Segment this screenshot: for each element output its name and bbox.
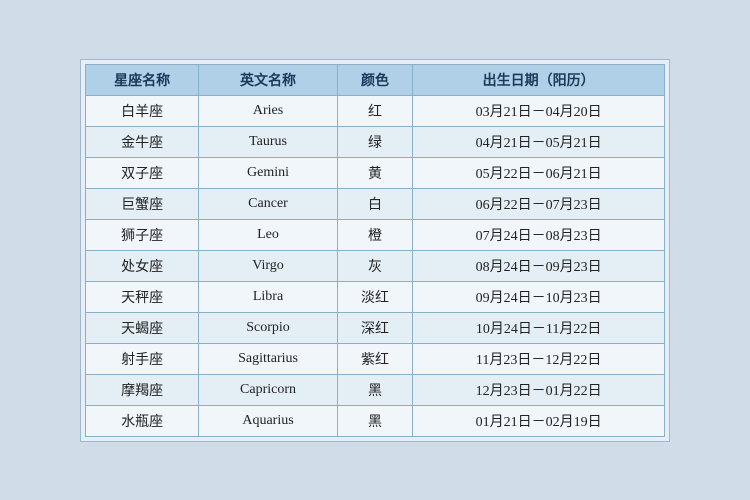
cell-date: 04月21日－05月21日 (413, 126, 665, 157)
cell-zh: 白羊座 (86, 95, 199, 126)
cell-date: 01月21日－02月19日 (413, 405, 665, 436)
cell-zh: 金牛座 (86, 126, 199, 157)
cell-en: Capricorn (199, 374, 337, 405)
cell-color: 白 (337, 188, 413, 219)
header-color: 颜色 (337, 64, 413, 95)
table-row: 处女座Virgo灰08月24日－09月23日 (86, 250, 665, 281)
cell-en: Leo (199, 219, 337, 250)
cell-date: 07月24日－08月23日 (413, 219, 665, 250)
cell-date: 06月22日－07月23日 (413, 188, 665, 219)
cell-en: Virgo (199, 250, 337, 281)
cell-zh: 处女座 (86, 250, 199, 281)
cell-date: 09月24日－10月23日 (413, 281, 665, 312)
header-date: 出生日期（阳历） (413, 64, 665, 95)
table-row: 双子座Gemini黄05月22日－06月21日 (86, 157, 665, 188)
table-row: 射手座Sagittarius紫红11月23日－12月22日 (86, 343, 665, 374)
cell-color: 绿 (337, 126, 413, 157)
table-row: 水瓶座Aquarius黑01月21日－02月19日 (86, 405, 665, 436)
cell-zh: 双子座 (86, 157, 199, 188)
cell-color: 灰 (337, 250, 413, 281)
cell-zh: 天秤座 (86, 281, 199, 312)
cell-color: 橙 (337, 219, 413, 250)
header-zh: 星座名称 (86, 64, 199, 95)
cell-date: 05月22日－06月21日 (413, 157, 665, 188)
cell-color: 黑 (337, 405, 413, 436)
cell-zh: 巨蟹座 (86, 188, 199, 219)
cell-en: Cancer (199, 188, 337, 219)
cell-zh: 射手座 (86, 343, 199, 374)
table-row: 天秤座Libra淡红09月24日－10月23日 (86, 281, 665, 312)
cell-date: 11月23日－12月22日 (413, 343, 665, 374)
cell-en: Scorpio (199, 312, 337, 343)
table-row: 天蝎座Scorpio深红10月24日－11月22日 (86, 312, 665, 343)
cell-en: Taurus (199, 126, 337, 157)
cell-color: 深红 (337, 312, 413, 343)
cell-color: 黑 (337, 374, 413, 405)
cell-en: Gemini (199, 157, 337, 188)
header-en: 英文名称 (199, 64, 337, 95)
cell-zh: 摩羯座 (86, 374, 199, 405)
cell-date: 10月24日－11月22日 (413, 312, 665, 343)
cell-zh: 狮子座 (86, 219, 199, 250)
cell-date: 12月23日－01月22日 (413, 374, 665, 405)
table-header-row: 星座名称 英文名称 颜色 出生日期（阳历） (86, 64, 665, 95)
table-row: 金牛座Taurus绿04月21日－05月21日 (86, 126, 665, 157)
zodiac-table-wrapper: 星座名称 英文名称 颜色 出生日期（阳历） 白羊座Aries红03月21日－04… (80, 59, 670, 442)
table-row: 巨蟹座Cancer白06月22日－07月23日 (86, 188, 665, 219)
cell-en: Aquarius (199, 405, 337, 436)
cell-color: 红 (337, 95, 413, 126)
cell-color: 紫红 (337, 343, 413, 374)
cell-en: Aries (199, 95, 337, 126)
cell-zh: 天蝎座 (86, 312, 199, 343)
cell-zh: 水瓶座 (86, 405, 199, 436)
cell-color: 黄 (337, 157, 413, 188)
table-row: 摩羯座Capricorn黑12月23日－01月22日 (86, 374, 665, 405)
cell-date: 08月24日－09月23日 (413, 250, 665, 281)
cell-color: 淡红 (337, 281, 413, 312)
table-row: 狮子座Leo橙07月24日－08月23日 (86, 219, 665, 250)
zodiac-table: 星座名称 英文名称 颜色 出生日期（阳历） 白羊座Aries红03月21日－04… (85, 64, 665, 437)
table-row: 白羊座Aries红03月21日－04月20日 (86, 95, 665, 126)
cell-date: 03月21日－04月20日 (413, 95, 665, 126)
cell-en: Sagittarius (199, 343, 337, 374)
cell-en: Libra (199, 281, 337, 312)
